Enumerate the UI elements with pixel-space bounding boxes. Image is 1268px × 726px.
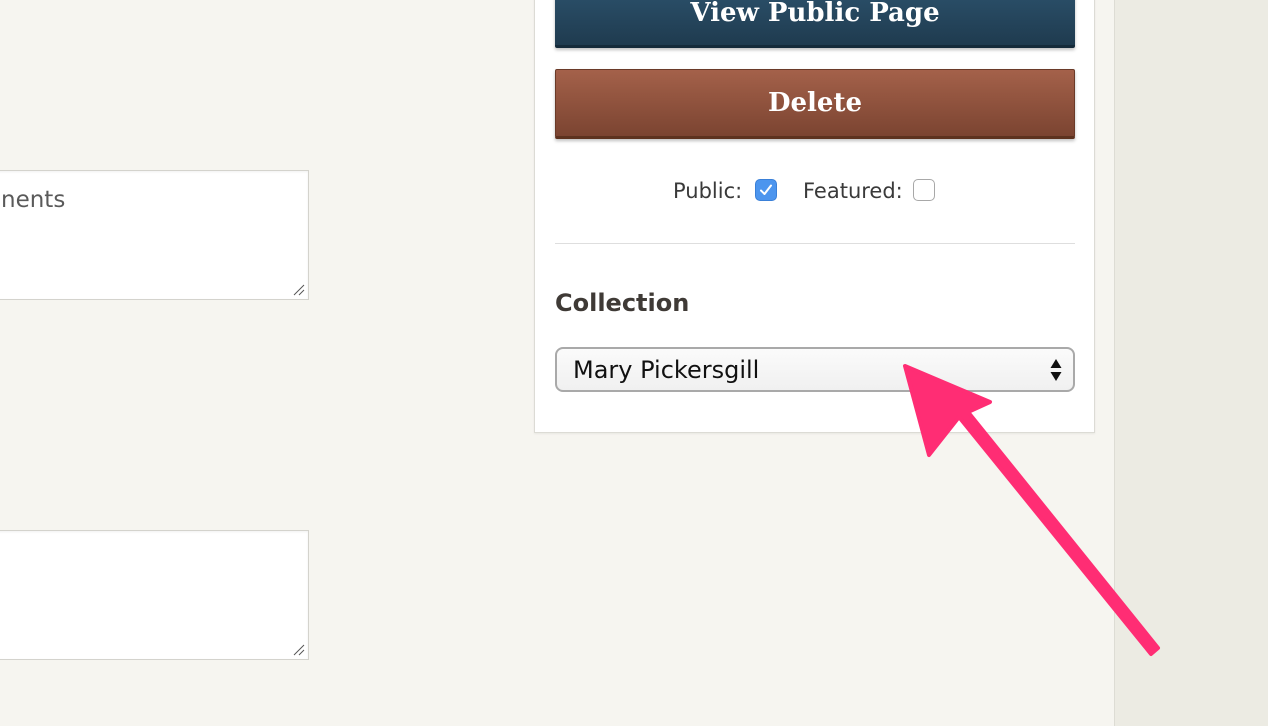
description-textarea[interactable]: nents — [0, 170, 309, 300]
featured-label: Featured: — [803, 179, 903, 203]
notes-textarea[interactable] — [0, 530, 309, 660]
collection-label: Collection — [555, 289, 690, 317]
public-checkbox[interactable] — [755, 179, 777, 201]
main-content: nents View Public Page Delete Public: Fe… — [0, 0, 1114, 726]
featured-checkbox[interactable] — [913, 179, 935, 201]
view-public-page-button[interactable]: View Public Page — [555, 0, 1075, 48]
divider — [555, 243, 1075, 244]
updown-arrows-icon — [1050, 359, 1062, 381]
description-text: nents — [1, 187, 66, 213]
check-icon — [760, 184, 772, 195]
page-gutter — [1114, 0, 1268, 726]
collection-select-value: Mary Pickersgill — [573, 356, 760, 384]
resize-grip-icon[interactable] — [293, 644, 305, 656]
visibility-flags: Public: Featured: — [535, 177, 1094, 207]
item-sidebar-panel: View Public Page Delete Public: Featured… — [534, 0, 1095, 433]
delete-button[interactable]: Delete — [555, 69, 1075, 139]
resize-grip-icon[interactable] — [293, 284, 305, 296]
public-label: Public: — [673, 179, 743, 203]
collection-select[interactable]: Mary Pickersgill — [555, 347, 1075, 392]
